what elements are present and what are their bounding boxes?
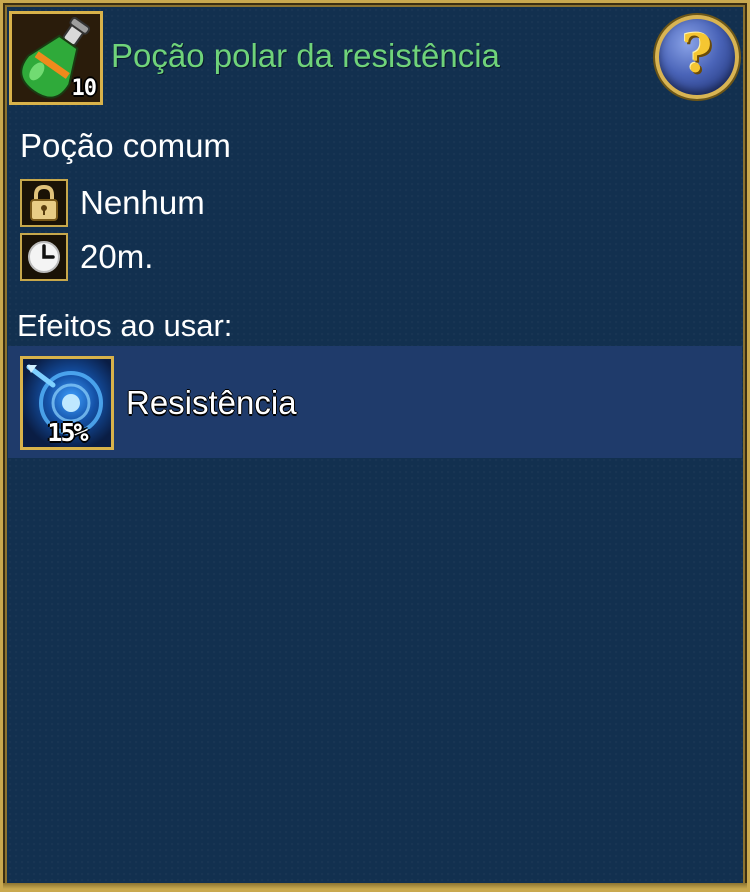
lock-icon [20,179,68,227]
green-potion-icon[interactable]: 10 [9,11,103,105]
binding-row: Nenhum [20,179,205,227]
clock-icon [20,233,68,281]
help-button[interactable]: ? [655,15,739,99]
cooldown-text: 20m. [80,238,154,275]
resistance-buff-icon: 15% [20,356,114,450]
tooltip-header: 10 Poção polar da resistência ? [7,9,743,105]
help-icon: ? [681,24,713,85]
item-tooltip: 10 Poção polar da resistência ? Poção co… [0,0,750,892]
item-type: Poção comum [20,127,231,164]
frame-bottom-edge [3,883,747,889]
item-title: Poção polar da resistência [111,37,500,74]
effect-value: 15% [47,418,88,447]
effect-item[interactable]: 15% Resistência [8,346,742,458]
effects-heading: Efeitos ao usar: [17,308,233,343]
binding-text: Nenhum [80,184,205,221]
cooldown-row: 20m. [20,233,153,281]
effect-name: Resistência [126,384,297,421]
item-stack-count: 10 [71,76,97,101]
